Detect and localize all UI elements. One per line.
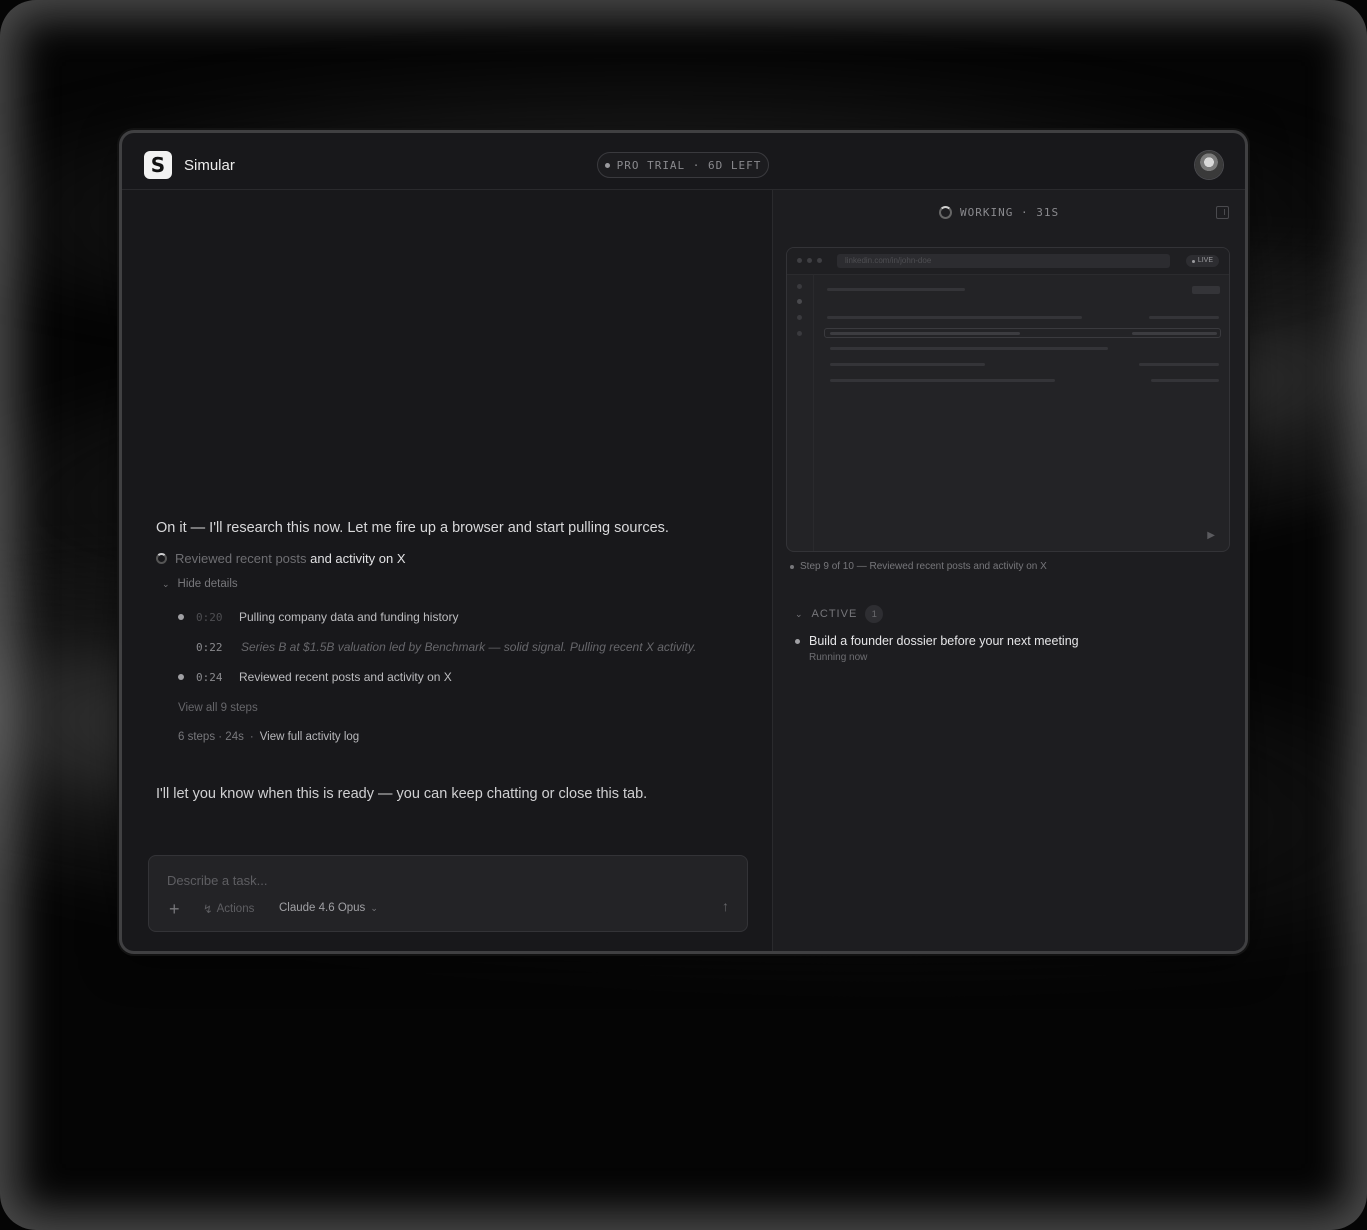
live-badge: LIVE — [1185, 255, 1219, 267]
window-dots-icon — [797, 258, 822, 263]
log-time: 0:22 — [196, 640, 223, 654]
current-step: Reviewed recent posts and activity on X — [156, 551, 406, 566]
log-text: Series B at $1.5B valuation led by Bench… — [241, 640, 697, 654]
hide-details-toggle[interactable]: ⌄ Hide details — [162, 578, 238, 590]
model-label: Claude 4.6 Opus — [279, 902, 366, 914]
chat-pane: On it — I'll research this now. Let me f… — [122, 190, 773, 951]
step-caption-text: Step 9 of 10 — Reviewed recent posts and… — [800, 561, 1047, 572]
bullet-icon — [790, 564, 794, 569]
summary-separator: · — [249, 731, 254, 743]
log-row: 0:24 Reviewed recent posts and activity … — [178, 670, 452, 684]
title-bar: S Simular PRO TRIAL · 6D LEFT — [122, 133, 1245, 190]
actions-label: Actions — [216, 903, 255, 915]
spinner-icon — [156, 553, 167, 564]
summary-meta: 6 steps · 24s — [178, 731, 244, 743]
app-name: Simular — [184, 157, 235, 174]
log-row: 0:20 Pulling company data and funding hi… — [178, 610, 458, 624]
trial-badge[interactable]: PRO TRIAL · 6D LEFT — [597, 152, 769, 178]
log-time: 0:20 — [196, 610, 223, 624]
lightning-icon: ↯ — [203, 904, 213, 916]
working-status: WORKING · 31S — [939, 206, 1059, 219]
composer: + ↯ Actions Claude 4.6 Opus ⌄ ↑ — [148, 855, 748, 932]
view-all-steps-link[interactable]: View all 9 steps — [178, 702, 258, 714]
log-text: Pulling company data and funding history — [239, 610, 459, 624]
task-status-dot-icon — [795, 639, 800, 644]
task-input[interactable] — [165, 868, 729, 892]
bullet-icon — [178, 674, 184, 680]
agent-panel: WORKING · 31S linkedin.com/in/john-doe L… — [773, 190, 1245, 951]
chevron-down-icon: ⌄ — [162, 578, 170, 589]
activity-summary: 6 steps · 24s · View full activity log — [178, 731, 359, 743]
working-status-label: WORKING · 31S — [960, 206, 1060, 219]
view-activity-log-link[interactable]: View full activity log — [260, 731, 360, 743]
task-title: Build a founder dossier before your next… — [809, 634, 1079, 648]
status-dot-icon — [604, 162, 610, 168]
user-avatar[interactable] — [1195, 151, 1223, 179]
browser-preview[interactable]: linkedin.com/in/john-doe LIVE ▶ — [786, 247, 1230, 552]
app-window: S Simular PRO TRIAL · 6D LEFT On it — I'… — [122, 133, 1245, 951]
browser-url: linkedin.com/in/john-doe — [837, 254, 1170, 268]
add-attachment-button[interactable]: + — [169, 900, 180, 918]
assistant-message-outro: I'll let you know when this is ready — y… — [156, 786, 648, 802]
spinner-icon — [939, 206, 952, 219]
send-button[interactable]: ↑ — [722, 898, 729, 914]
trial-badge-label: PRO TRIAL · 6D LEFT — [616, 158, 762, 172]
actions-button[interactable]: ↯ Actions — [203, 902, 254, 916]
collapse-panel-icon[interactable] — [1216, 206, 1229, 219]
app-logo: S — [144, 151, 172, 179]
active-label: ACTIVE — [811, 608, 858, 620]
current-step-bright: and activity on X — [306, 551, 406, 566]
log-row: 0:22 Series B at $1.5B valuation led by … — [178, 640, 696, 654]
current-step-dim: Reviewed recent posts — [175, 551, 307, 566]
step-caption: Step 9 of 10 — Reviewed recent posts and… — [790, 561, 1047, 572]
chevron-down-icon: ⌄ — [370, 902, 378, 913]
model-selector[interactable]: Claude 4.6 Opus ⌄ — [279, 902, 378, 914]
browser-toolbar: linkedin.com/in/john-doe LIVE — [787, 248, 1229, 275]
hide-details-label: Hide details — [177, 578, 238, 590]
log-time: 0:24 — [196, 670, 223, 684]
live-dot-icon — [1191, 259, 1195, 263]
chevron-down-icon: ⌄ — [795, 608, 804, 619]
bullet-icon — [178, 614, 184, 620]
assistant-message-intro: On it — I'll research this now. Let me f… — [156, 520, 669, 536]
active-section-header[interactable]: ⌄ ACTIVE 1 — [795, 605, 884, 623]
log-text: Reviewed recent posts and activity on X — [239, 670, 452, 684]
cursor-icon: ▶ — [1207, 530, 1215, 541]
browser-sidebar — [787, 274, 814, 551]
live-label: LIVE — [1197, 257, 1213, 264]
active-count-badge: 1 — [865, 605, 884, 623]
task-item[interactable]: Build a founder dossier before your next… — [795, 634, 1079, 663]
task-status: Running now — [809, 652, 868, 663]
